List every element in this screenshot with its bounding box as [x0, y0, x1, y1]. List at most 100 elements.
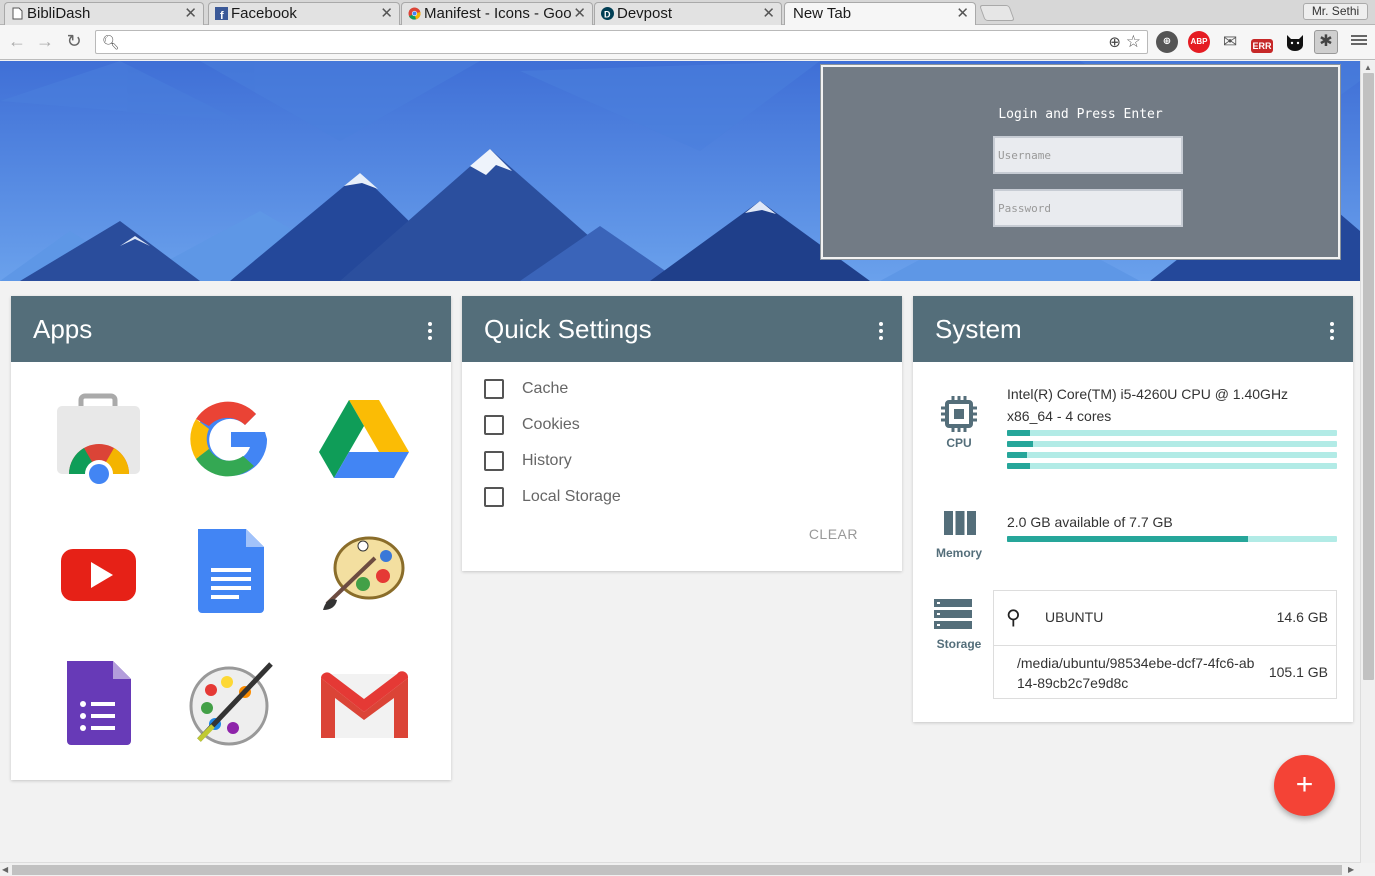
tab-facebook[interactable]: f Facebook ✕	[208, 2, 400, 25]
mail-icon[interactable]: ✉	[1219, 31, 1241, 53]
google-forms-icon[interactable]	[51, 656, 146, 751]
quick-settings-card: Quick Settings Cache Cookies History Loc…	[462, 296, 902, 571]
close-tab-icon[interactable]: ✕	[762, 3, 775, 24]
cache-checkbox[interactable]	[484, 379, 504, 399]
scroll-right-icon[interactable]: ▶	[1348, 865, 1354, 874]
tab-label: Manifest - Icons - Goo	[424, 5, 572, 22]
paint-app-icon[interactable]	[183, 656, 278, 751]
forward-icon[interactable]: →	[35, 31, 55, 51]
cpu-label: CPU	[946, 436, 972, 450]
vertical-scrollbar[interactable]: ▲	[1360, 61, 1375, 863]
reload-icon[interactable]: ↻	[64, 31, 84, 51]
cookies-checkbox[interactable]	[484, 415, 504, 435]
omnibox[interactable]: 🔍︎ ⊕ ☆	[95, 30, 1148, 54]
google-drive-icon[interactable]	[317, 392, 412, 487]
system-title: System	[935, 314, 1022, 344]
search-icon: 🔍︎	[102, 34, 120, 50]
apps-card: Apps	[11, 296, 451, 780]
cache-label: Cache	[522, 380, 569, 397]
more-options-icon[interactable]	[878, 322, 884, 340]
storage-size: 14.6 GB	[1276, 609, 1328, 625]
chrome-menu-icon[interactable]	[1351, 33, 1367, 49]
system-header: System	[913, 296, 1353, 362]
paint-palette-icon[interactable]	[317, 524, 412, 619]
google-icon[interactable]	[183, 392, 278, 487]
tab-new-tab[interactable]: New Tab ✕	[784, 2, 976, 26]
history-checkbox[interactable]	[484, 451, 504, 471]
local-storage-checkbox[interactable]	[484, 487, 504, 507]
cpu-arch: x86_64 - 4 cores	[1007, 408, 1112, 424]
error-icon[interactable]: ERR	[1251, 39, 1273, 53]
system-card: System CPU Intel(R) Core(TM) i5-4260U CP…	[913, 296, 1353, 722]
tab-devpost[interactable]: D Devpost ✕	[594, 2, 782, 25]
memory-text: 2.0 GB available of 7.7 GB	[1007, 514, 1173, 530]
storage-name: UBUNTU	[1045, 609, 1104, 625]
cpu-core-fill	[1007, 430, 1031, 436]
adblock-icon[interactable]: ABP	[1188, 31, 1210, 53]
cpu-core-bar	[1007, 430, 1337, 436]
cat-icon[interactable]	[1284, 31, 1306, 53]
storage-label: Storage	[936, 637, 982, 651]
horizontal-scroll-thumb[interactable]	[12, 865, 1342, 875]
memory-fill	[1007, 536, 1248, 542]
tab-label: BibliDash	[27, 5, 91, 22]
apps-grid	[11, 362, 451, 780]
web-store-icon[interactable]	[51, 392, 146, 487]
google-docs-icon[interactable]	[183, 524, 278, 619]
quick-settings-header: Quick Settings	[462, 296, 902, 362]
cpu-core-bar	[1007, 452, 1337, 458]
bookmark-star-icon[interactable]: ☆	[1126, 32, 1141, 52]
tab-label: New Tab	[793, 5, 852, 22]
new-tab-button[interactable]	[979, 5, 1015, 21]
memory-label: Memory	[935, 546, 982, 560]
more-options-icon[interactable]	[427, 322, 433, 340]
cpu-model: Intel(R) Core(TM) i5-4260U CPU @ 1.40GHz	[1007, 386, 1289, 402]
youtube-icon[interactable]	[51, 524, 146, 619]
svg-text:D: D	[604, 10, 611, 20]
puzzle-icon[interactable]: ✱	[1314, 30, 1338, 54]
cpu-icon	[941, 396, 977, 432]
page-icon	[12, 7, 23, 20]
tab-label: Devpost	[617, 5, 673, 22]
horizontal-scrollbar[interactable]: ◀ ▶	[0, 862, 1360, 876]
history-label: History	[522, 452, 572, 469]
clear-button[interactable]: CLEAR	[809, 526, 858, 542]
cookies-label: Cookies	[522, 416, 580, 433]
login-popup-title: Login and Press Enter	[998, 107, 1163, 122]
zoom-icon[interactable]: ⊕	[1108, 33, 1121, 51]
close-tab-icon[interactable]: ✕	[573, 3, 586, 24]
close-tab-icon[interactable]: ✕	[184, 3, 197, 24]
quick-settings-title: Quick Settings	[484, 314, 652, 344]
profile-button[interactable]: Mr. Sethi	[1303, 3, 1368, 20]
cpu-core-bar	[1007, 441, 1337, 447]
usb-icon: ⚲	[1006, 607, 1021, 629]
scroll-left-icon[interactable]: ◀	[2, 865, 8, 874]
gmail-icon[interactable]	[317, 656, 412, 751]
storage-icon	[934, 599, 972, 629]
address-input[interactable]	[122, 32, 1082, 52]
back-icon[interactable]: ←	[7, 31, 27, 51]
password-input[interactable]	[993, 189, 1183, 227]
storage-row: ⚲ UBUNTU 14.6 GB	[994, 591, 1336, 646]
close-tab-icon[interactable]: ✕	[380, 3, 393, 24]
storage-name: /media/ubuntu/98534ebe-dcf7-4fc6-ab14-89…	[1017, 655, 1255, 691]
tab-label: Facebook	[231, 5, 297, 22]
storage-list: ⚲ UBUNTU 14.6 GB /media/ubuntu/98534ebe-…	[993, 590, 1337, 699]
more-options-icon[interactable]	[1329, 322, 1335, 340]
memory-icon	[944, 511, 976, 535]
browser-window: BibliDash ✕ f Facebook ✕ Manifest - Icon…	[0, 0, 1375, 876]
tab-biblidash[interactable]: BibliDash ✕	[4, 2, 204, 25]
scroll-up-icon[interactable]: ▲	[1364, 63, 1372, 72]
vertical-scroll-thumb[interactable]	[1363, 73, 1374, 680]
login-popup: Login and Press Enter	[820, 64, 1341, 260]
cpu-core-fill	[1007, 452, 1027, 458]
cpu-core-fill	[1007, 463, 1031, 469]
globe-icon[interactable]: ⊕	[1156, 31, 1178, 53]
tab-manifest[interactable]: Manifest - Icons - Goo ✕	[401, 2, 593, 25]
apps-card-header: Apps	[11, 296, 451, 362]
storage-row: /media/ubuntu/98534ebe-dcf7-4fc6-ab14-89…	[994, 647, 1336, 700]
username-input[interactable]	[993, 136, 1183, 174]
close-tab-icon[interactable]: ✕	[956, 3, 969, 24]
add-button[interactable]: +	[1274, 755, 1335, 816]
apps-card-title: Apps	[33, 314, 93, 344]
